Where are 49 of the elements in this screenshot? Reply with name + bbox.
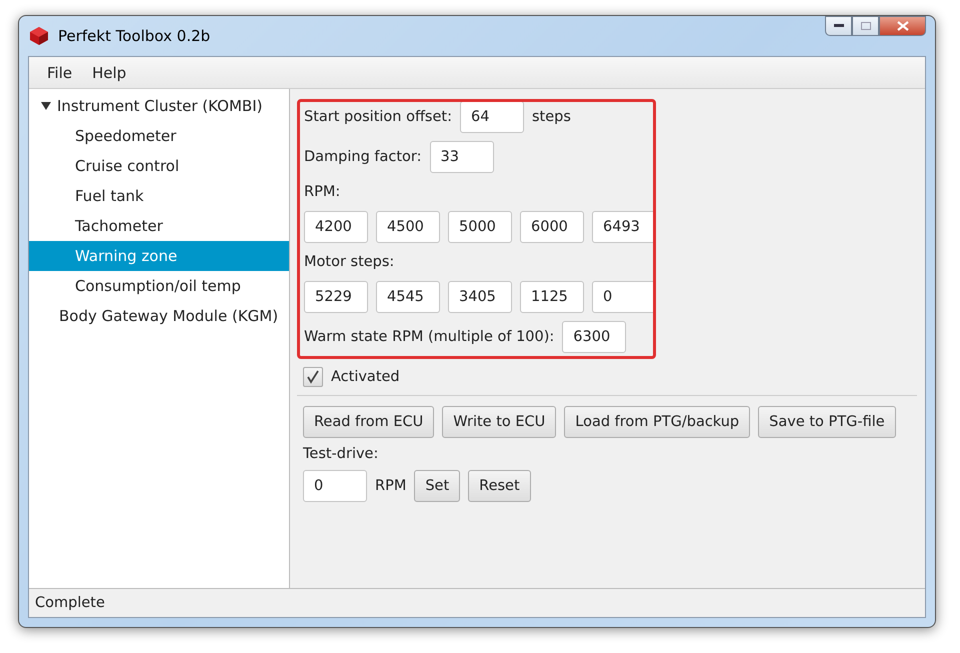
action-button[interactable]: Save to PTG-file xyxy=(758,406,896,438)
field-label: Damping factor: xyxy=(304,149,422,165)
checkbox[interactable] xyxy=(303,367,323,387)
input-field[interactable]: 6000 xyxy=(520,211,584,243)
input-field[interactable]: 1125 xyxy=(520,281,584,313)
minimize-icon xyxy=(834,24,844,28)
tree-item[interactable]: Body Gateway Module (KGM) xyxy=(29,301,289,331)
input-field[interactable]: 5229 xyxy=(304,281,368,313)
input-field[interactable]: 4200 xyxy=(304,211,368,243)
unit-label: steps xyxy=(532,109,571,125)
input-field[interactable]: 33 xyxy=(430,141,494,173)
status-bar: Complete xyxy=(29,588,925,617)
close-icon xyxy=(896,21,908,31)
input-field[interactable]: 6493 xyxy=(592,211,653,243)
menu-item[interactable]: Help xyxy=(84,60,134,86)
tree-item[interactable]: Fuel tank xyxy=(29,181,289,211)
maximize-button[interactable] xyxy=(852,16,879,36)
unit-label: RPM xyxy=(375,478,406,494)
expanded-triangle-icon[interactable] xyxy=(41,101,51,111)
maximize-icon xyxy=(860,22,870,30)
action-button[interactable]: Write to ECU xyxy=(442,406,556,438)
tree-item[interactable]: Tachometer xyxy=(29,211,289,241)
tree-item[interactable]: Cruise control xyxy=(29,151,289,181)
cube-icon xyxy=(28,26,50,46)
window-title: Perfekt Toolbox 0.2b xyxy=(58,27,210,45)
input-field[interactable]: 4545 xyxy=(376,281,440,313)
input-field[interactable]: 5000 xyxy=(448,211,512,243)
checkbox-label: Activated xyxy=(331,369,400,385)
action-button[interactable]: Load from PTG/backup xyxy=(564,406,750,438)
input-field[interactable]: 0 xyxy=(303,470,367,502)
close-button[interactable] xyxy=(879,16,926,36)
input-field[interactable]: 4500 xyxy=(376,211,440,243)
action-button[interactable]: Read from ECU xyxy=(303,406,434,438)
action-button[interactable]: Set xyxy=(414,470,460,502)
tree-item[interactable]: Consumption/oil temp xyxy=(29,271,289,301)
input-field[interactable]: 6300 xyxy=(562,321,626,353)
field-label: Motor steps: xyxy=(304,254,394,270)
input-field[interactable]: 0 xyxy=(592,281,653,313)
minimize-button[interactable] xyxy=(825,16,852,36)
action-button[interactable]: Reset xyxy=(468,470,531,502)
input-field[interactable]: 3405 xyxy=(448,281,512,313)
menu-item[interactable]: File xyxy=(39,60,80,86)
tree-item[interactable]: Instrument Cluster (KOMBI) xyxy=(29,91,289,121)
input-field[interactable]: 64 xyxy=(460,102,524,133)
field-label: Test-drive: xyxy=(303,446,378,462)
tree-item[interactable]: Speedometer xyxy=(29,121,289,151)
field-label: Warm state RPM (multiple of 100): xyxy=(304,329,554,345)
field-label: RPM: xyxy=(304,184,340,200)
field-label: Start position offset: xyxy=(304,109,452,125)
